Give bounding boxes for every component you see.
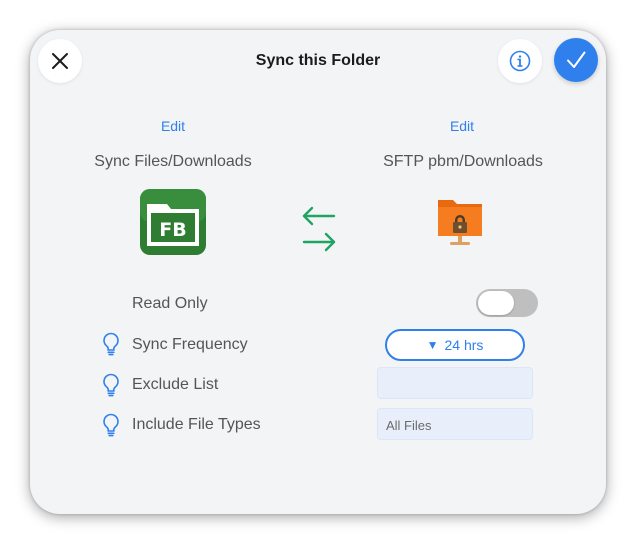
fb-icon-text: FB bbox=[159, 219, 186, 241]
lightbulb-icon[interactable] bbox=[102, 373, 120, 397]
sync-frequency-label: Sync Frequency bbox=[132, 336, 248, 353]
confirm-button[interactable] bbox=[554, 38, 598, 82]
sftp-server-folder-icon bbox=[438, 200, 482, 245]
read-only-label: Read Only bbox=[132, 295, 208, 312]
read-only-toggle[interactable] bbox=[476, 289, 538, 317]
include-file-types-label: Include File Types bbox=[132, 416, 261, 433]
fb-app-icon: FB bbox=[140, 189, 206, 255]
right-endpoint-name: SFTP pbm/Downloads bbox=[383, 153, 543, 170]
lightbulb-icon[interactable] bbox=[102, 332, 120, 356]
sync-frequency-select[interactable]: ▼ 24 hrs bbox=[385, 329, 525, 361]
toggle-knob bbox=[478, 291, 514, 315]
edit-left-endpoint-link[interactable]: Edit bbox=[113, 118, 233, 134]
exclude-list-field[interactable] bbox=[377, 367, 533, 399]
include-file-types-field[interactable]: All Files bbox=[377, 408, 533, 440]
stage: Sync this Folder Edit Edit Sync Files/Do… bbox=[0, 0, 636, 544]
caret-down-icon: ▼ bbox=[426, 338, 439, 352]
exclude-list-label: Exclude List bbox=[132, 376, 219, 393]
info-icon bbox=[509, 50, 531, 72]
checkmark-icon bbox=[567, 51, 586, 68]
sync-frequency-value: 24 hrs bbox=[444, 337, 484, 353]
info-button[interactable] bbox=[498, 39, 542, 83]
edit-right-endpoint-link[interactable]: Edit bbox=[402, 118, 522, 134]
two-way-sync-arrows-icon bbox=[302, 206, 336, 252]
lightbulb-icon[interactable] bbox=[102, 413, 120, 437]
left-endpoint-name: Sync Files/Downloads bbox=[94, 153, 252, 170]
sync-folder-dialog: Sync this Folder Edit Edit Sync Files/Do… bbox=[30, 30, 606, 514]
